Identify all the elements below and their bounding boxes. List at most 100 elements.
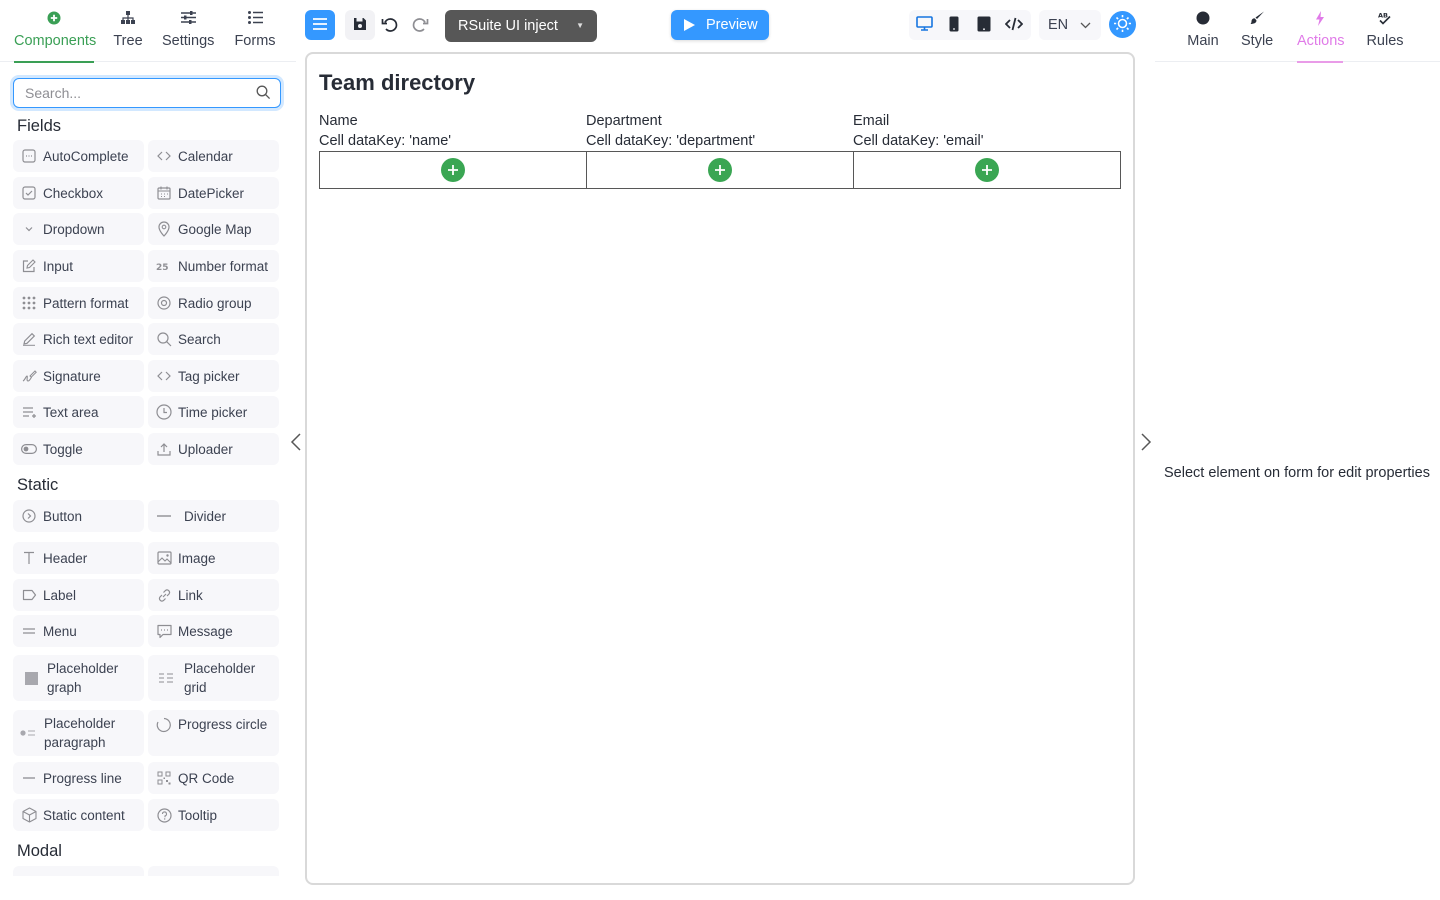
tab-rules[interactable]: AB Rules bbox=[1365, 8, 1405, 62]
collapse-left-panel-button[interactable] bbox=[290, 432, 302, 455]
component-checkbox[interactable]: Checkbox bbox=[13, 177, 144, 209]
component-calendar[interactable]: Calendar bbox=[148, 140, 279, 172]
code-view-button[interactable] bbox=[999, 10, 1029, 40]
component-placeholder-paragraph[interactable]: Placeholder paragraph bbox=[13, 710, 144, 756]
component-header[interactable]: Header bbox=[13, 542, 144, 574]
component-modal-partial[interactable] bbox=[148, 866, 279, 876]
table-column-email[interactable]: Email Cell dataKey: 'email' bbox=[853, 111, 1121, 189]
component-button[interactable]: Button bbox=[13, 500, 144, 532]
cube-icon bbox=[21, 807, 37, 823]
properties-tab-bar: Main Style Actions AB Rules bbox=[1155, 0, 1440, 63]
grid-dots-icon bbox=[21, 295, 37, 311]
component-message[interactable]: Message bbox=[148, 615, 279, 647]
mobile-view-button[interactable] bbox=[939, 10, 969, 40]
component-signature[interactable]: Signature bbox=[13, 360, 144, 392]
component-link[interactable]: Link bbox=[148, 579, 279, 611]
component-datepicker[interactable]: DatePicker bbox=[148, 177, 279, 209]
component-label[interactable]: Label bbox=[13, 579, 144, 611]
component-qr-code[interactable]: QR Code bbox=[148, 762, 279, 794]
add-component-button[interactable] bbox=[708, 158, 732, 182]
project-select[interactable]: RSuite UI inject ▼ bbox=[445, 10, 597, 42]
component-static-content[interactable]: Static content bbox=[13, 799, 144, 831]
plus-circle-icon bbox=[14, 11, 94, 31]
square-icon bbox=[23, 670, 39, 686]
table-cell-dropzone bbox=[319, 151, 587, 189]
image-icon bbox=[156, 550, 172, 566]
component-pattern-format[interactable]: Pattern format bbox=[13, 287, 144, 319]
table-column-name[interactable]: Name Cell dataKey: 'name' bbox=[319, 111, 587, 189]
line-icon bbox=[21, 770, 37, 786]
save-icon bbox=[353, 17, 367, 34]
add-component-button[interactable] bbox=[441, 158, 465, 182]
component-number-format[interactable]: 25 Number format bbox=[148, 250, 279, 282]
component-placeholder-graph[interactable]: Placeholder graph bbox=[13, 655, 144, 701]
chevron-down-icon bbox=[21, 221, 37, 237]
component-toggle[interactable]: Toggle bbox=[13, 433, 144, 465]
sun-icon bbox=[1113, 14, 1132, 36]
section-static-title: Static bbox=[17, 476, 59, 494]
paragraph-icon bbox=[20, 725, 36, 741]
tab-style[interactable]: Style bbox=[1241, 8, 1273, 62]
component-placeholder-grid[interactable]: Placeholder grid bbox=[148, 655, 279, 701]
save-button[interactable] bbox=[345, 10, 375, 40]
component-progress-circle[interactable]: Progress circle bbox=[148, 710, 279, 756]
component-search bbox=[13, 78, 281, 108]
undo-icon bbox=[381, 16, 399, 35]
clock-icon bbox=[156, 404, 172, 420]
tab-tree[interactable]: Tree bbox=[112, 8, 144, 62]
table-column-department[interactable]: Department Cell dataKey: 'department' bbox=[586, 111, 854, 189]
component-progress-line[interactable]: Progress line bbox=[13, 762, 144, 794]
tab-forms[interactable]: Forms bbox=[233, 8, 277, 62]
add-component-button[interactable] bbox=[975, 158, 999, 182]
table-cell-dropzone bbox=[586, 151, 854, 189]
component-menu[interactable]: Menu bbox=[13, 615, 144, 647]
component-search[interactable]: Search bbox=[148, 323, 279, 355]
search-icon[interactable] bbox=[256, 85, 271, 103]
theme-toggle-button[interactable] bbox=[1109, 11, 1136, 38]
label-icon bbox=[21, 587, 37, 603]
component-radio-group[interactable]: Radio group bbox=[148, 287, 279, 319]
undo-button[interactable] bbox=[375, 10, 405, 40]
component-image[interactable]: Image bbox=[148, 542, 279, 574]
qr-icon bbox=[156, 770, 172, 786]
tab-settings[interactable]: Settings bbox=[162, 8, 214, 62]
component-time-picker[interactable]: Time picker bbox=[148, 396, 279, 428]
device-switcher bbox=[909, 10, 1031, 40]
tab-actions[interactable]: Actions bbox=[1297, 8, 1345, 63]
component-divider[interactable]: Divider bbox=[148, 500, 279, 532]
component-text-area[interactable]: Text area bbox=[13, 396, 144, 428]
component-autocomplete[interactable]: AutoComplete bbox=[13, 140, 144, 172]
link-icon bbox=[156, 587, 172, 603]
table-cell-dropzone bbox=[853, 151, 1121, 189]
grid-lines-icon bbox=[158, 670, 174, 686]
plus-icon bbox=[715, 165, 725, 175]
desktop-view-button[interactable] bbox=[909, 10, 939, 40]
tab-style-label: Style bbox=[1241, 33, 1274, 49]
toggle-sidebar-button[interactable] bbox=[305, 10, 335, 40]
tablet-view-button[interactable] bbox=[969, 10, 999, 40]
menu-icon bbox=[313, 17, 327, 33]
calendar-icon bbox=[156, 185, 172, 201]
component-rich-text-editor[interactable]: Rich text editor bbox=[13, 323, 144, 355]
tab-tree-label: Tree bbox=[113, 33, 143, 49]
form-title[interactable]: Team directory bbox=[319, 70, 475, 96]
component-google-map[interactable]: Google Map bbox=[148, 213, 279, 245]
checkbox-icon bbox=[21, 185, 37, 201]
component-modal-partial[interactable] bbox=[13, 866, 144, 876]
component-tag-picker[interactable]: Tag picker bbox=[148, 360, 279, 392]
component-dropdown[interactable]: Dropdown bbox=[13, 213, 144, 245]
tab-actions-label: Actions bbox=[1297, 33, 1345, 49]
redo-button[interactable] bbox=[405, 10, 435, 40]
map-pin-icon bbox=[156, 221, 172, 237]
component-tooltip[interactable]: Tooltip bbox=[148, 799, 279, 831]
component-input[interactable]: Input bbox=[13, 250, 144, 282]
language-select[interactable]: EN bbox=[1039, 10, 1101, 40]
preview-button[interactable]: Preview bbox=[671, 10, 769, 40]
tab-components[interactable]: Components bbox=[14, 8, 96, 63]
tree-icon bbox=[112, 11, 144, 31]
collapse-right-panel-button[interactable] bbox=[1140, 432, 1152, 455]
form-canvas[interactable]: Team directory Name Cell dataKey: 'name'… bbox=[305, 52, 1135, 885]
tab-main[interactable]: Main bbox=[1187, 8, 1219, 62]
search-input[interactable] bbox=[25, 79, 245, 107]
component-uploader[interactable]: Uploader bbox=[148, 433, 279, 465]
